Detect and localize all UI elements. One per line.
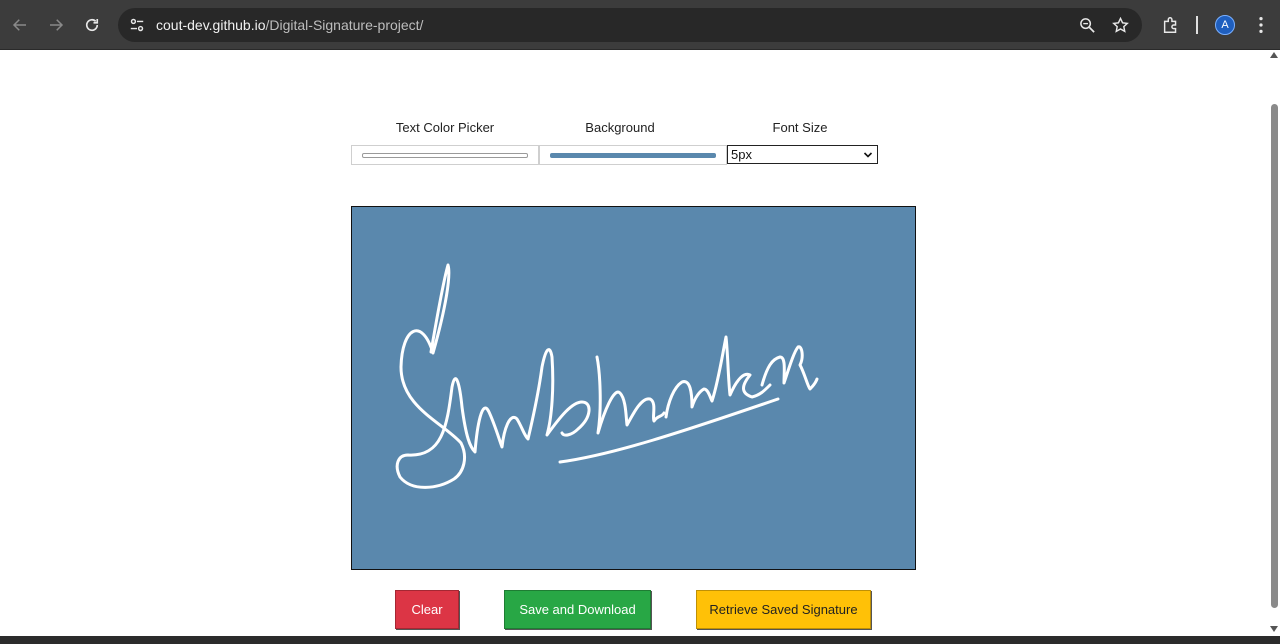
bottom-strip	[0, 636, 1280, 644]
text-color-picker[interactable]	[351, 145, 539, 165]
url-path: /Digital-Signature-project/	[265, 17, 424, 33]
font-size-label: Font Size	[772, 120, 828, 135]
signature-canvas[interactable]	[351, 206, 916, 570]
signature-drawing	[395, 263, 819, 489]
back-button[interactable]	[8, 13, 32, 37]
retrieve-saved-signature-button[interactable]: Retrieve Saved Signature	[696, 590, 871, 629]
font-size-value: 5px	[731, 147, 752, 162]
forward-button[interactable]	[44, 13, 68, 37]
url-host: cout-dev.github.io	[156, 17, 266, 33]
reload-icon	[85, 18, 99, 32]
scroll-up-arrow-icon[interactable]	[1270, 52, 1278, 58]
text-color-label: Text Color Picker	[395, 120, 495, 135]
browser-toolbar: cout-dev.github.io/Digital-Signature-pro…	[0, 0, 1280, 50]
address-bar[interactable]: cout-dev.github.io/Digital-Signature-pro…	[118, 8, 1142, 42]
background-color-swatch	[550, 153, 716, 158]
scroll-down-arrow-icon[interactable]	[1270, 626, 1278, 632]
save-and-download-button[interactable]: Save and Download	[504, 590, 651, 629]
text-color-swatch	[362, 153, 528, 158]
extensions-icon[interactable]	[1160, 14, 1182, 36]
toolbar-divider	[1196, 16, 1198, 34]
bookmark-star-icon[interactable]	[1111, 16, 1129, 34]
background-color-picker[interactable]	[539, 145, 727, 165]
reload-button[interactable]	[80, 13, 104, 37]
scrollbar-thumb[interactable]	[1271, 104, 1278, 608]
clear-button[interactable]: Clear	[395, 590, 459, 629]
menu-dots-icon[interactable]	[1250, 14, 1272, 36]
zoom-icon[interactable]	[1078, 16, 1096, 34]
arrow-right-icon	[50, 19, 64, 31]
profile-avatar[interactable]: A	[1215, 15, 1235, 35]
site-settings-icon[interactable]	[128, 16, 146, 34]
chevron-down-icon	[863, 152, 873, 158]
url-text: cout-dev.github.io/Digital-Signature-pro…	[156, 17, 423, 33]
background-label: Background	[585, 120, 655, 135]
font-size-select[interactable]: 5px	[727, 145, 878, 164]
arrow-left-icon	[12, 19, 26, 31]
